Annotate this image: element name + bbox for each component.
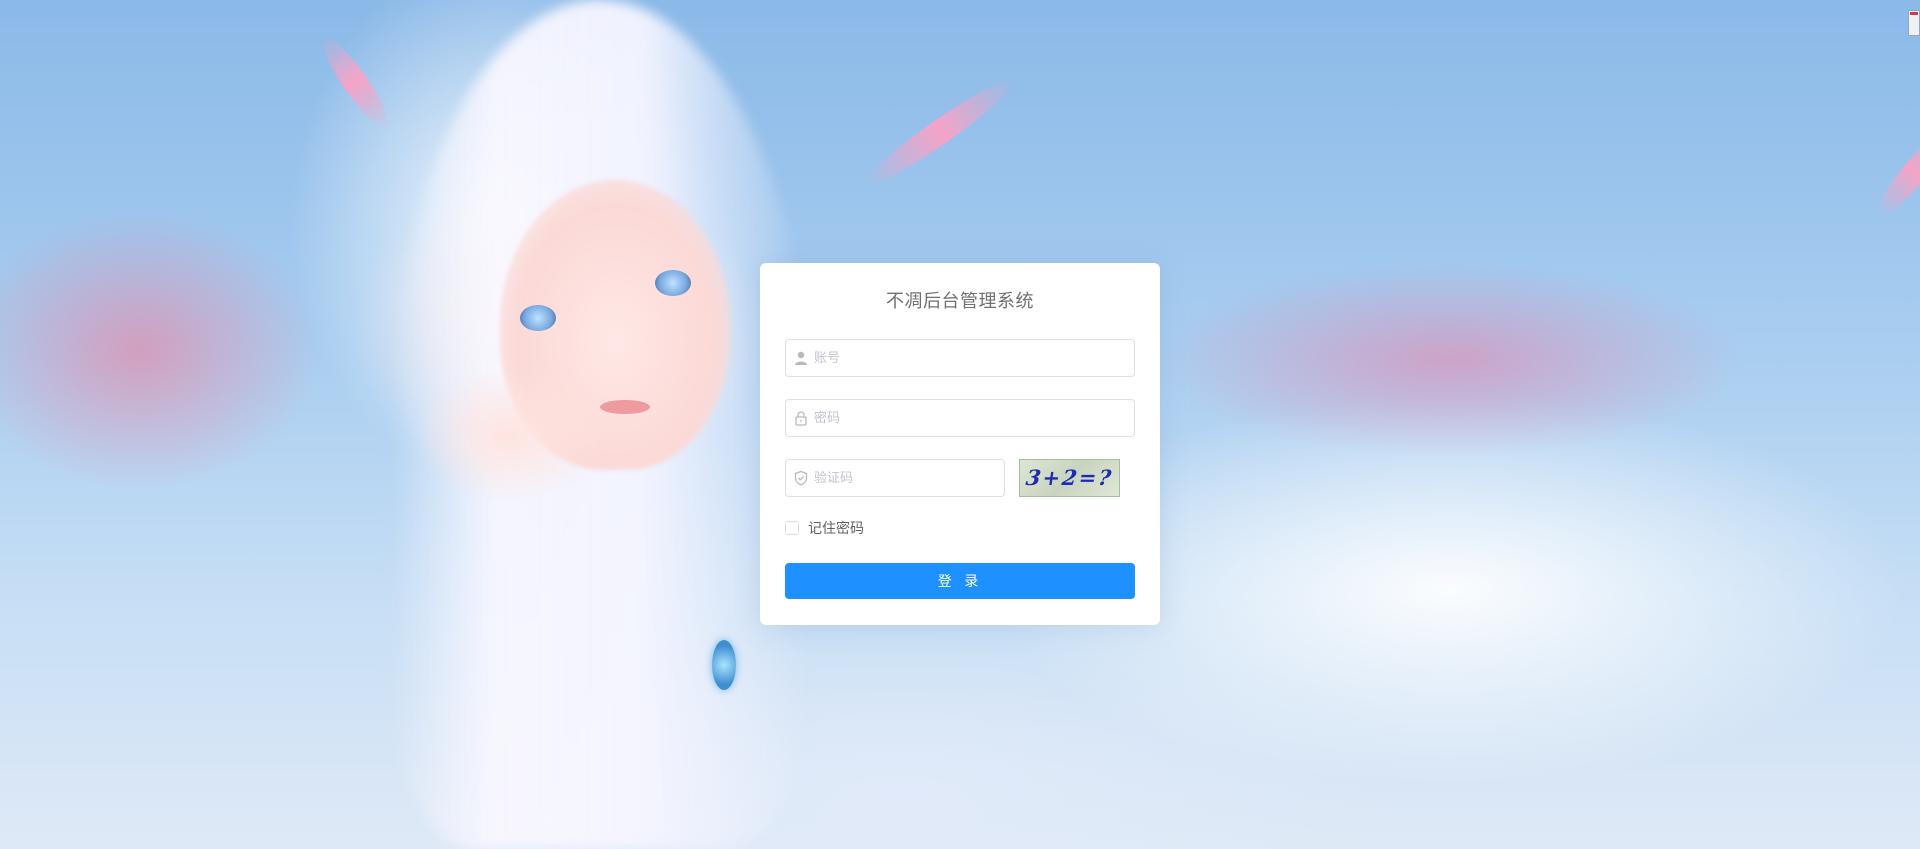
password-input[interactable] (814, 400, 1128, 436)
username-input[interactable] (814, 340, 1128, 376)
remember-password-checkbox[interactable] (785, 521, 799, 535)
lock-icon (795, 411, 807, 426)
password-field[interactable] (785, 399, 1135, 437)
remember-password[interactable]: 记住密码 (785, 519, 864, 537)
document-icon[interactable] (1908, 10, 1920, 36)
captcha-image-text: 3+2=? (1024, 465, 1115, 490)
background-illustration-eye (520, 305, 556, 331)
login-button[interactable]: 登 录 (785, 563, 1135, 599)
background-illustration-lips (600, 400, 650, 414)
background-illustration-hand (420, 370, 600, 500)
background-illustration-eye (655, 270, 691, 296)
background-petal (1870, 122, 1920, 222)
login-card: 不凋后台管理系统 3+2=? (760, 263, 1160, 625)
background-petal (313, 30, 397, 134)
captcha-field[interactable] (785, 459, 1005, 497)
background-jewel (712, 640, 736, 690)
background-petal (859, 70, 1021, 194)
username-field[interactable] (785, 339, 1135, 377)
login-page: 不凋后台管理系统 3+2=? (0, 0, 1920, 849)
remember-password-label: 记住密码 (808, 521, 864, 537)
login-title: 不凋后台管理系统 (886, 291, 1034, 312)
shield-icon (794, 470, 808, 486)
captcha-image[interactable]: 3+2=? (1019, 459, 1120, 497)
captcha-input[interactable] (814, 460, 998, 496)
user-icon (795, 351, 807, 365)
